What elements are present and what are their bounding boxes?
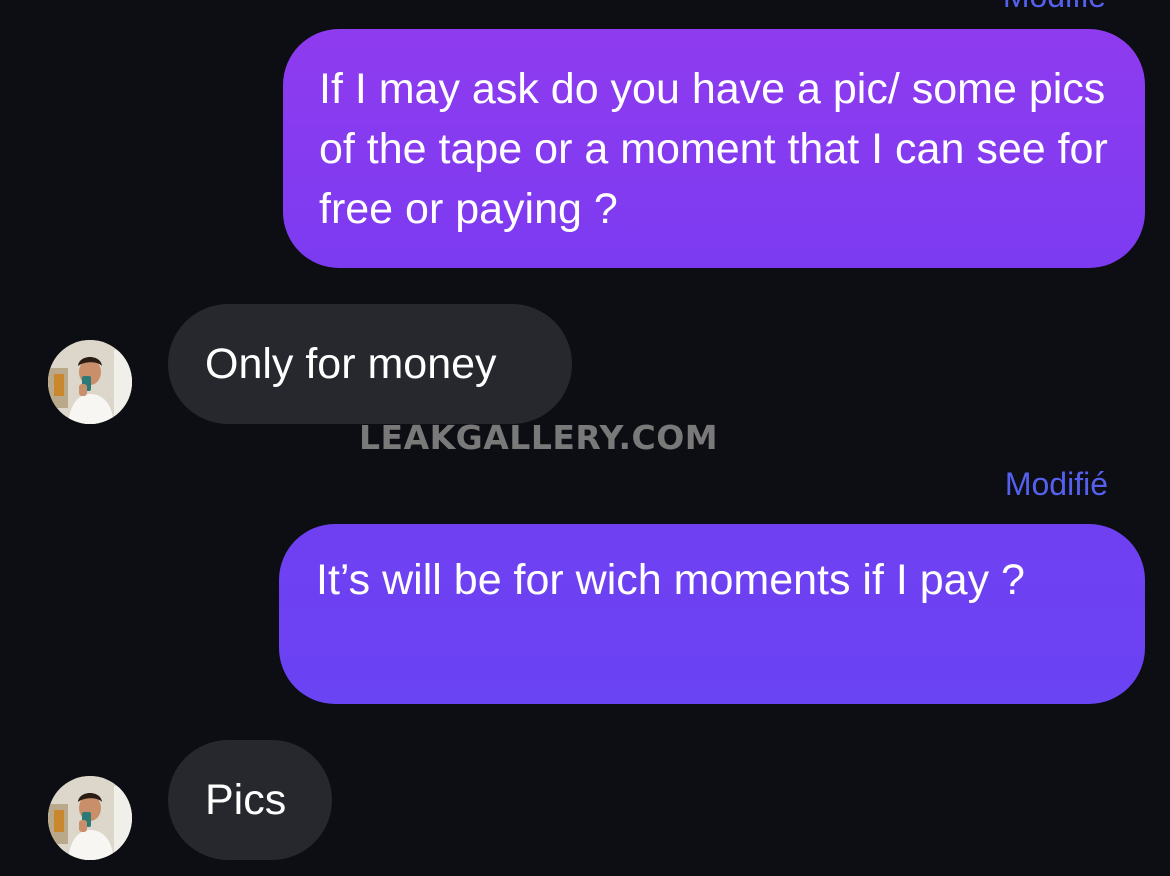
- edited-label[interactable]: Modifié: [1005, 466, 1108, 503]
- avatar-photo-icon: [48, 340, 132, 424]
- watermark: LEAKGALLERY.COM: [359, 418, 719, 457]
- contact-avatar[interactable]: [48, 776, 132, 860]
- sent-message-bubble[interactable]: It’s will be for wich moments if I pay ?: [279, 524, 1145, 704]
- message-text: It’s will be for wich moments if I pay ?: [316, 556, 1025, 604]
- edited-label[interactable]: Modifié: [1003, 0, 1106, 15]
- message-text: Only for money: [205, 340, 497, 388]
- message-text: If I may ask do you have a pic/ some pic…: [319, 65, 1108, 233]
- contact-avatar[interactable]: [48, 340, 132, 424]
- received-message-bubble[interactable]: Pics: [168, 740, 332, 860]
- received-message-bubble[interactable]: Only for money: [168, 304, 572, 424]
- message-text: Pics: [205, 776, 287, 824]
- avatar-photo-icon: [48, 776, 132, 860]
- message-thread: Modifié If I may ask do you have a pic/ …: [0, 0, 1170, 876]
- sent-message-bubble[interactable]: If I may ask do you have a pic/ some pic…: [283, 29, 1145, 268]
